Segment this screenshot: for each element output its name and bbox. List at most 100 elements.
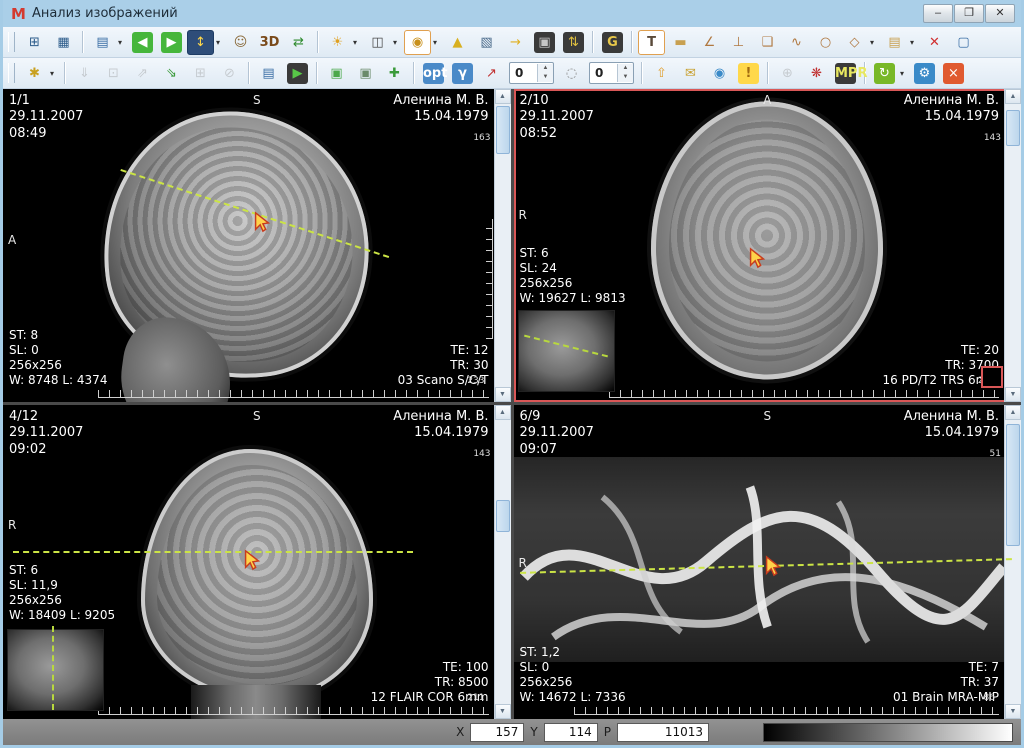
series-layout-button[interactable]: ▤ [89, 30, 116, 55]
link-series-button[interactable]: ⇄ [285, 30, 312, 55]
scrollbar-thumb[interactable] [1006, 110, 1020, 146]
scrollbar-track[interactable] [495, 420, 511, 704]
scrollbar-track[interactable] [1005, 104, 1021, 387]
cube-3d-roi-button[interactable]: ◇ [841, 30, 868, 55]
calibration-ruler-dropdown-icon[interactable]: ▾ [910, 38, 919, 47]
scrollbar-thumb[interactable] [495, 106, 510, 154]
next-series-button[interactable]: ▶ [158, 30, 185, 55]
series-layout-icon: ▤ [96, 35, 109, 50]
fit-height-button[interactable]: ⇅ [560, 30, 587, 55]
localizer-window-button[interactable]: ▢ [950, 30, 977, 55]
magnify-rect-button[interactable]: ▣ [531, 30, 558, 55]
image-navigator-button[interactable]: ▧ [473, 30, 500, 55]
patient-worklist-button[interactable]: ☺ [227, 30, 254, 55]
compare-images-button[interactable]: ◫ [364, 30, 391, 55]
burn-cd-button[interactable]: ◉ [706, 61, 733, 86]
image-scrollbar[interactable]: ▲ ▼ [1004, 405, 1021, 719]
viewport-1[interactable]: 1/1 29.11.2007 08:49 Аленина М. В. 15.04.19… [3, 89, 511, 402]
cine-player-button[interactable]: ▶ [284, 61, 311, 86]
maximize-button[interactable]: ❐ [954, 4, 984, 23]
image-table-button[interactable]: ▤ [255, 61, 282, 86]
print-layout-button[interactable]: ▣ [352, 61, 379, 86]
orientation-side-label: A [8, 232, 17, 247]
3d-reconstruction-icon: 3D [259, 35, 280, 50]
scrollbar-thumb[interactable] [1006, 424, 1020, 546]
delete-measurements-button[interactable]: ✕ [921, 30, 948, 55]
email-images-button[interactable]: ✉ [677, 61, 704, 86]
window-level-dropdown-icon[interactable]: ▾ [353, 38, 362, 47]
export-images-button[interactable]: ⇧ [648, 61, 675, 86]
scrollbar-track[interactable] [1005, 420, 1021, 704]
calibration-ruler-button[interactable]: ▤ [881, 30, 908, 55]
orientation-top-label: S [763, 409, 772, 423]
scroll-images-dropdown-icon[interactable]: ▾ [216, 38, 225, 47]
scan-reference-line[interactable] [13, 551, 413, 553]
gamma-correction-button[interactable]: G [599, 30, 626, 55]
scroll-up-icon[interactable]: ▲ [1005, 405, 1021, 420]
close-button[interactable]: ✕ [985, 4, 1015, 23]
previous-series-button[interactable]: ◀ [129, 30, 156, 55]
print-add-icon: ✚ [389, 66, 400, 81]
scrollbar-thumb[interactable] [495, 500, 510, 532]
ruler-measure-button[interactable]: ▬ [667, 30, 694, 55]
zoom-tool-button[interactable]: ◉ [404, 29, 431, 55]
mascot-button[interactable]: ❋ [803, 61, 830, 86]
scroll-up-icon[interactable]: ▲ [494, 89, 511, 104]
mpr-mode-button[interactable]: MPR [832, 61, 867, 86]
cube-3d-roi-dropdown-icon[interactable]: ▾ [870, 38, 879, 47]
mip-pyramid-button[interactable]: ▲ [444, 30, 471, 55]
print-button[interactable]: ▣ [323, 61, 350, 86]
screen-layout-icon: ⊞ [29, 35, 40, 50]
window-opt-button[interactable]: opt [420, 61, 447, 86]
scroll-up-icon[interactable]: ▲ [494, 405, 511, 420]
screen-layout-button[interactable]: ⊞ [21, 30, 48, 55]
refresh-button[interactable]: ↻ [871, 61, 898, 86]
angle-value-spinner[interactable]: 0 ▲ ▼ [509, 62, 554, 84]
notes-warning-button[interactable]: ! [735, 61, 762, 86]
3d-reconstruction-button[interactable]: 3D [256, 30, 283, 55]
perpendicular-measure-button[interactable]: ⊥ [725, 30, 752, 55]
angle-value-increment-icon[interactable]: ▲ [538, 64, 553, 73]
minimize-button[interactable]: – [923, 4, 953, 23]
settings-button[interactable]: ⚙ [911, 61, 938, 86]
scroll-up-icon[interactable]: ▲ [1005, 89, 1021, 104]
text-annotation-button[interactable]: T [638, 29, 665, 55]
freehand-roi-button[interactable]: ∿ [783, 30, 810, 55]
image-scrollbar[interactable]: ▲ ▼ [1004, 89, 1021, 402]
histogram-button[interactable]: ↗ [478, 61, 505, 86]
ellipse-roi-button[interactable]: ○ [812, 30, 839, 55]
scrollbar-track[interactable] [495, 104, 511, 387]
text-annotation-icon: T [647, 35, 656, 50]
compare-images-dropdown-icon[interactable]: ▾ [393, 38, 402, 47]
refresh-dropdown-icon[interactable]: ▾ [900, 69, 909, 78]
close-panel-button[interactable]: × [940, 61, 967, 86]
scroll-down-icon[interactable]: ▼ [494, 387, 511, 402]
roundness-value-spinner[interactable]: 0 ▲ ▼ [589, 62, 634, 84]
viewport-2-selected[interactable]: 2/10 29.11.2007 08:52 Аленина М. В. 15.04.1… [513, 89, 1021, 402]
callout-annotation-button[interactable]: ❑ [754, 30, 781, 55]
viewport-4[interactable]: 6/9 29.11.2007 09:07 Аленина М. В. 15.04.19… [513, 405, 1021, 719]
grid-2x2-layout-button[interactable]: ▦ [50, 30, 77, 55]
roundness-value-decrement-icon[interactable]: ▼ [618, 73, 633, 82]
key-protect-button[interactable]: ✱ [21, 61, 48, 86]
scroll-down-icon[interactable]: ▼ [1005, 387, 1021, 402]
key-protect-dropdown-icon[interactable]: ▾ [50, 69, 59, 78]
image-scrollbar[interactable]: ▲ ▼ [493, 89, 511, 402]
series-layout-dropdown-icon[interactable]: ▾ [118, 38, 127, 47]
save-selected-image-button[interactable]: ⇘ [158, 61, 185, 86]
image-scrollbar[interactable]: ▲ ▼ [493, 405, 511, 719]
zoom-tool-dropdown-icon[interactable]: ▾ [433, 38, 442, 47]
angle-value-decrement-icon[interactable]: ▼ [538, 73, 553, 82]
scroll-down-icon[interactable]: ▼ [494, 704, 511, 719]
pan-image-button[interactable]: → [502, 30, 529, 55]
roundness-value-increment-icon[interactable]: ▲ [618, 64, 633, 73]
scroll-images-button[interactable]: ↕ [187, 29, 214, 55]
orientation-side-label: R [8, 518, 17, 533]
window-gamma-button[interactable]: γ [449, 61, 476, 86]
scroll-down-icon[interactable]: ▼ [1005, 704, 1021, 719]
angle-measure-button[interactable]: ∠ [696, 30, 723, 55]
viewport-3[interactable]: 4/12 29.11.2007 09:02 Аленина М. В. 15.04.1… [3, 405, 511, 719]
window-level-button[interactable]: ☀ [324, 30, 351, 55]
print-add-button[interactable]: ✚ [381, 61, 408, 86]
circle-indicator-button[interactable]: ◌ [558, 61, 585, 86]
